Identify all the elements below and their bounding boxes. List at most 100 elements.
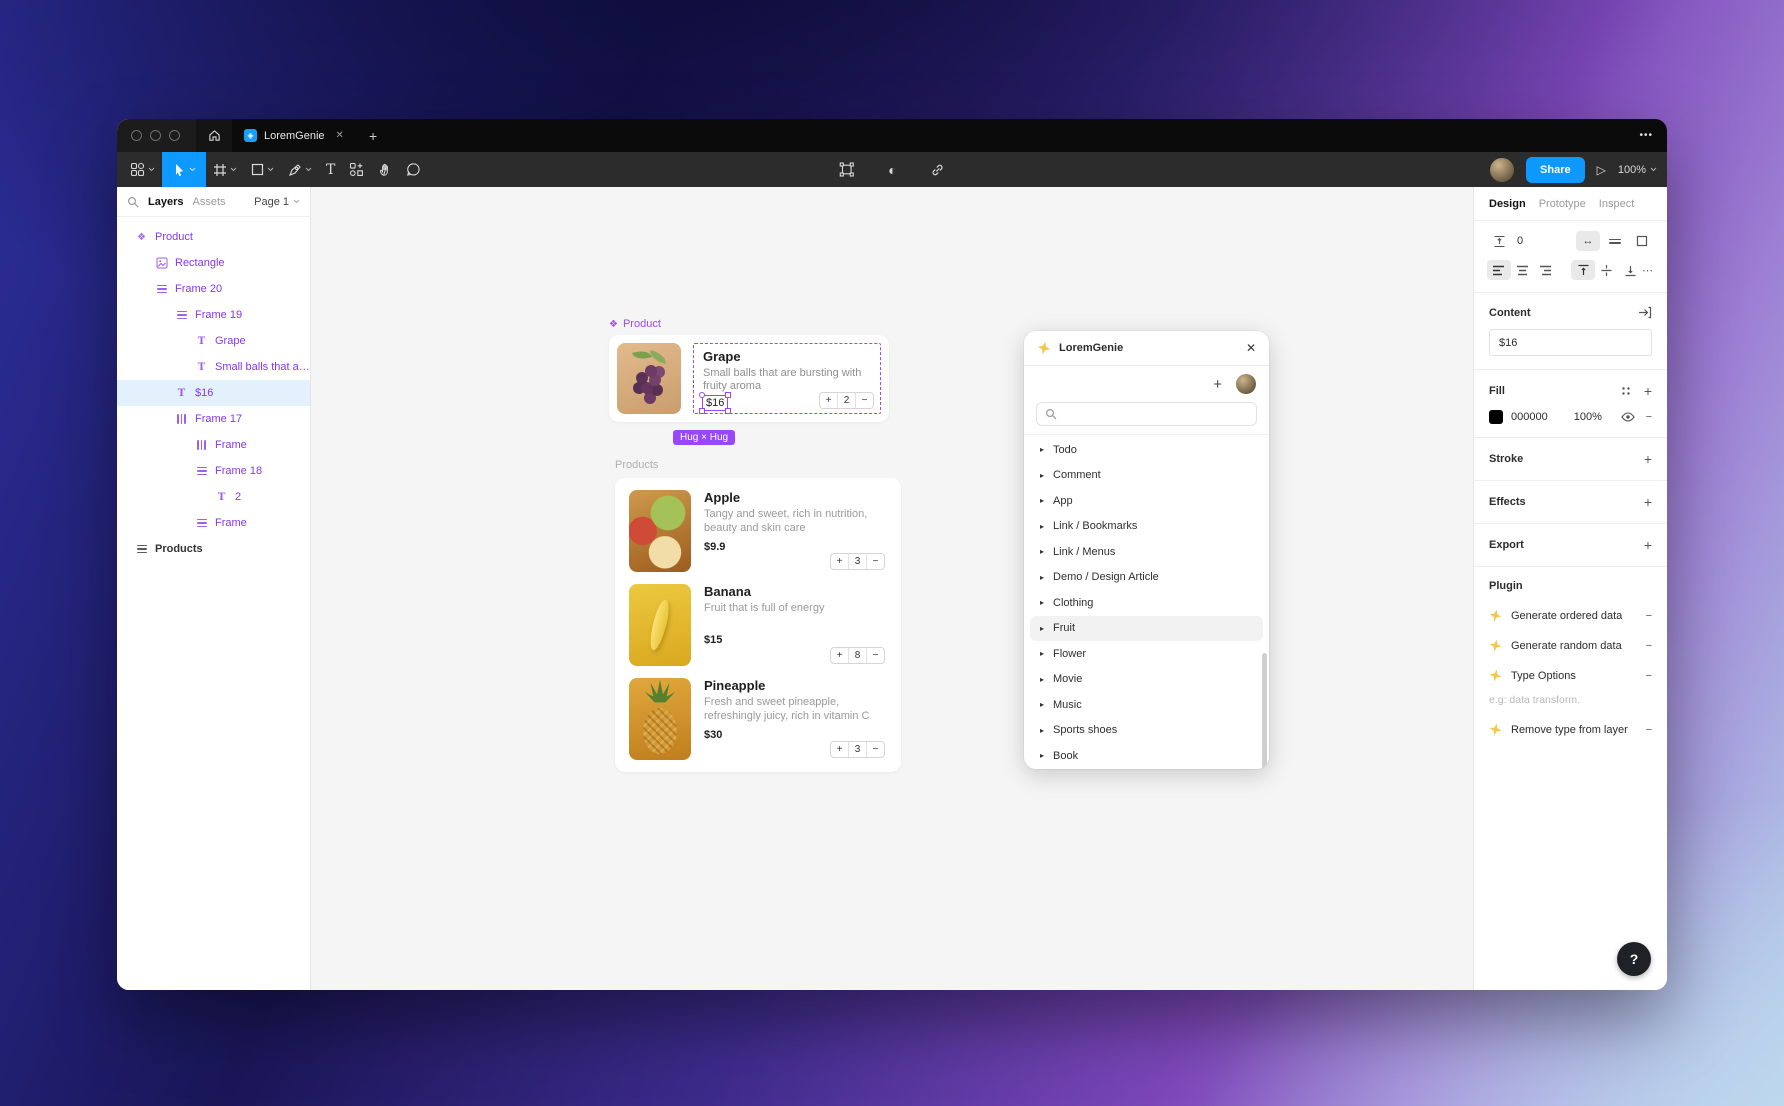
layer-row-frame17[interactable]: Frame 17 (117, 406, 310, 432)
page-selector[interactable]: Page 1 (254, 196, 300, 208)
spacing-value[interactable]: 0 (1517, 235, 1523, 247)
minimize-window-button[interactable] (150, 130, 161, 141)
shape-tool-button[interactable] (244, 152, 281, 187)
text-align-right-icon[interactable] (1534, 260, 1558, 280)
tab-close-icon[interactable]: ✕ (336, 130, 344, 141)
frame-outline-icon[interactable] (1630, 231, 1654, 251)
text-align-center-icon[interactable] (1511, 260, 1535, 280)
canvas[interactable]: ❖ Product Grape Small balls that are bur… (311, 187, 1473, 990)
caret-right-icon[interactable]: ▸ (1040, 445, 1044, 454)
product-item-pineapple[interactable]: Pineapple Fresh and sweet pineapple, ref… (629, 678, 887, 760)
home-tab-button[interactable] (196, 119, 232, 152)
plugin-action-type-options[interactable]: Type Options − (1489, 669, 1652, 682)
remove-action-button[interactable]: − (1646, 610, 1652, 622)
tab-inspect[interactable]: Inspect (1599, 198, 1634, 210)
category-music[interactable]: ▸ Music (1030, 692, 1263, 718)
mask-contrast-button[interactable]: ◐ (881, 152, 903, 187)
resources-tool-button[interactable] (342, 152, 371, 187)
align-top-icon[interactable] (1571, 260, 1595, 280)
category-sports-shoes[interactable]: ▸ Sports shoes (1030, 718, 1263, 744)
vertical-spacing-icon[interactable] (1487, 231, 1511, 251)
caret-right-icon[interactable]: ▸ (1040, 675, 1044, 684)
layer-row-frame20[interactable]: Frame 20 (117, 276, 310, 302)
close-icon[interactable]: ✕ (1246, 341, 1256, 355)
fill-color-swatch[interactable] (1489, 410, 1503, 424)
present-button[interactable]: ▷ (1597, 163, 1606, 177)
close-window-button[interactable] (131, 130, 142, 141)
grape-card[interactable]: Grape Small balls that are bursting with… (609, 335, 889, 445)
edit-object-button[interactable] (832, 152, 861, 187)
create-link-button[interactable] (924, 152, 952, 187)
fill-opacity-value[interactable]: 100% (1574, 411, 1602, 423)
layer-row-frame18[interactable]: Frame 18 (117, 458, 310, 484)
remove-action-button[interactable]: − (1646, 670, 1652, 682)
add-fill-button[interactable]: + (1644, 383, 1652, 399)
plugin-action-generate-ordered[interactable]: Generate ordered data − (1489, 609, 1652, 622)
tab-prototype[interactable]: Prototype (1539, 198, 1586, 210)
maximize-window-button[interactable] (169, 130, 180, 141)
products-section[interactable]: Products Apple Tangy and sweet, rich in … (615, 459, 901, 772)
zoom-menu[interactable]: 100% (1618, 164, 1657, 176)
plugin-search-input[interactable] (1036, 402, 1257, 426)
more-options-button[interactable]: ⋯ (1642, 264, 1654, 277)
remove-action-button[interactable]: − (1646, 640, 1652, 652)
caret-right-icon[interactable]: ▸ (1040, 496, 1044, 505)
plugin-user-avatar[interactable] (1236, 374, 1256, 394)
plugin-action-generate-random[interactable]: Generate random data − (1489, 639, 1652, 652)
grape-content-frame[interactable]: Grape Small balls that are bursting with… (693, 343, 881, 415)
main-menu-button[interactable] (123, 152, 162, 187)
caret-right-icon[interactable]: ▸ (1040, 700, 1044, 709)
selection-handle[interactable] (725, 408, 732, 415)
caret-right-icon[interactable]: ▸ (1040, 726, 1044, 735)
add-export-button[interactable]: + (1644, 537, 1652, 553)
fill-row[interactable]: 000000 100% − (1489, 410, 1652, 424)
layer-row-smallballs[interactable]: TSmall balls that are ... (117, 354, 310, 380)
layer-row-rectangle[interactable]: Rectangle (117, 250, 310, 276)
selection-handle[interactable] (699, 408, 705, 415)
pen-tool-button[interactable] (281, 152, 319, 187)
layer-row-products[interactable]: Products (117, 536, 310, 562)
selection-handle[interactable] (699, 392, 705, 399)
user-avatar[interactable] (1490, 157, 1515, 182)
product-component[interactable]: ❖ Product Grape Small balls that are bur… (609, 318, 889, 445)
hand-tool-button[interactable] (371, 152, 399, 187)
layer-row-frame19[interactable]: Frame 19 (117, 302, 310, 328)
plugin-action-remove-type[interactable]: Remove type from layer − (1489, 723, 1652, 736)
product-item-banana[interactable]: Banana Fruit that is full of energy $15 … (629, 584, 887, 666)
scrollbar-thumb[interactable] (1262, 653, 1267, 769)
share-button[interactable]: Share (1526, 156, 1585, 183)
caret-right-icon[interactable]: ▸ (1040, 649, 1044, 658)
category-flower[interactable]: ▸ Flower (1030, 641, 1263, 667)
plugin-dialog-header[interactable]: LoremGenie ✕ (1024, 331, 1269, 366)
align-bottom-icon[interactable] (1618, 260, 1642, 280)
add-stroke-button[interactable]: + (1644, 451, 1652, 467)
add-button[interactable]: + (1213, 376, 1222, 393)
category-book[interactable]: ▸ Book (1030, 743, 1263, 769)
category-fruit[interactable]: ▸ Fruit (1030, 615, 1263, 641)
caret-right-icon[interactable]: ▸ (1040, 522, 1044, 531)
category-movie[interactable]: ▸ Movie (1030, 667, 1263, 693)
window-more-menu[interactable]: ••• (1639, 119, 1653, 152)
layer-row-product[interactable]: ❖ Product (117, 224, 310, 250)
caret-right-icon[interactable]: ▸ (1040, 547, 1044, 556)
help-button[interactable]: ? (1617, 942, 1651, 976)
layer-row-frame-2[interactable]: Frame (117, 510, 310, 536)
caret-right-icon[interactable]: ▸ (1040, 471, 1044, 480)
layer-row-price-selected[interactable]: T $16 (117, 380, 310, 406)
selection-handle[interactable] (725, 392, 732, 399)
layer-row-frame[interactable]: Frame (117, 432, 310, 458)
category-app[interactable]: ▸ App (1030, 488, 1263, 514)
caret-right-icon[interactable]: ▸ (1040, 751, 1044, 760)
category-demo-design-article[interactable]: ▸ Demo / Design Article (1030, 565, 1263, 591)
category-comment[interactable]: ▸ Comment (1030, 463, 1263, 489)
styles-grid-icon[interactable] (1620, 385, 1632, 397)
content-value-input[interactable]: $16 (1489, 329, 1652, 356)
resize-horizontal-icon[interactable]: ↔ (1576, 231, 1600, 251)
move-tool-button[interactable] (162, 152, 206, 187)
tab-layers[interactable]: Layers (148, 196, 183, 208)
grape-image[interactable] (617, 343, 681, 414)
comment-tool-button[interactable] (399, 152, 428, 187)
remove-fill-button[interactable]: − (1646, 411, 1652, 423)
caret-right-icon[interactable]: ▸ (1040, 573, 1044, 582)
category-link-menus[interactable]: ▸ Link / Menus (1030, 539, 1263, 565)
